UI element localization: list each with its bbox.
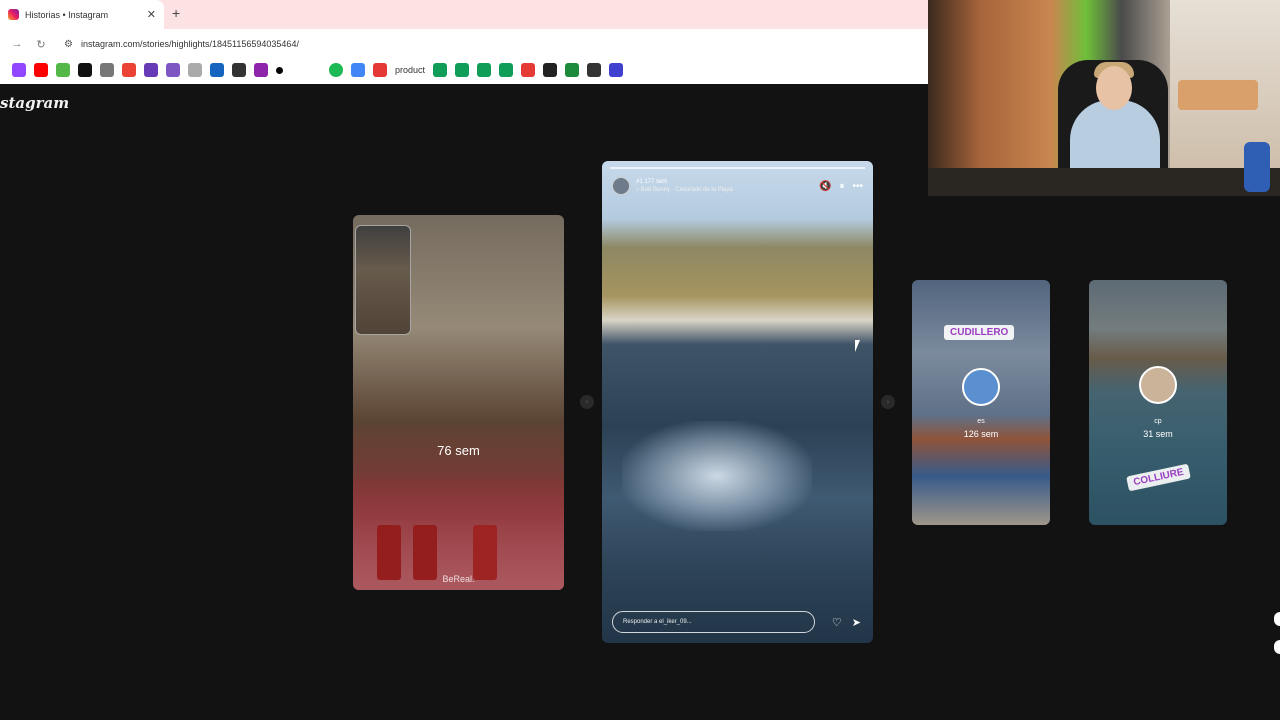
more-options-icon[interactable]: ••• (852, 181, 863, 192)
bookmark-tiktok-icon[interactable] (78, 63, 92, 77)
close-tab-icon[interactable]: ✕ (147, 8, 156, 21)
tab-title: Historias • Instagram (25, 9, 109, 20)
browser-chrome: Historias • Instagram ✕ + → ↻ ⚙ instagra… (0, 0, 928, 84)
mouse-cursor-icon (855, 340, 860, 352)
bookmark-play-icon[interactable] (351, 63, 365, 77)
edge-control[interactable] (1274, 640, 1280, 654)
bookmark-sheets-icon-2[interactable] (455, 63, 470, 77)
bookmark-link-icon[interactable] (188, 63, 202, 77)
bookmark-sheets-icon-1[interactable] (433, 63, 448, 77)
bookmark-s-icon[interactable] (587, 63, 602, 77)
story-time: 126 sem (963, 429, 999, 439)
story-controls: 🔇 ⏸ ••• (819, 181, 863, 192)
current-story[interactable]: #1 177 sem ♪ Bad Bunny · Cesurado de la … (602, 161, 873, 643)
previous-story-time: 76 sem (437, 443, 480, 458)
bookmark-dark-icon[interactable] (543, 63, 558, 77)
screen: Historias • Instagram ✕ + → ↻ ⚙ instagra… (0, 0, 1280, 720)
bookmark-dot-icon[interactable] (276, 66, 283, 74)
dim-overlay (353, 215, 564, 590)
bookmark-product-label[interactable]: product (395, 65, 425, 75)
pause-icon[interactable]: ⏸ (839, 181, 844, 192)
bookmark-app-icon[interactable] (166, 63, 180, 77)
instagram-logo[interactable]: stagram (0, 94, 69, 112)
story-header: #1 177 sem ♪ Bad Bunny · Cesurado de la … (612, 177, 733, 195)
avatar (962, 368, 1000, 406)
avatar (1139, 366, 1177, 404)
wave-foam (622, 421, 812, 531)
story-username: cp (1154, 418, 1162, 425)
bookmark-twitch-icon[interactable] (12, 63, 26, 77)
heart-icon[interactable]: ♡ (832, 616, 842, 629)
bookmark-paypal-icon[interactable] (210, 63, 224, 77)
tab-strip: Historias • Instagram ✕ + (0, 0, 928, 29)
bookmark-triangle-icon[interactable] (254, 63, 268, 77)
bookmark-whatsapp-icon[interactable] (232, 63, 246, 77)
instagram-favicon-icon (8, 9, 19, 20)
back-icon[interactable]: → (10, 38, 24, 50)
webcam-overlay (928, 0, 1280, 196)
bookmark-k-icon[interactable] (565, 63, 580, 77)
previous-arrow-icon[interactable]: ‹ (580, 395, 594, 409)
previous-story-card[interactable]: 76 sem BeReal. (353, 215, 564, 590)
location-sticker: CUDILLERO (944, 325, 1015, 340)
next-arrow-icon[interactable]: › (881, 395, 895, 409)
bookmark-green-icon[interactable] (56, 63, 70, 77)
bookmark-product-icon[interactable] (373, 63, 387, 77)
bookmark-spotify-icon[interactable] (329, 63, 343, 77)
bookmark-sheets-icon-3[interactable] (477, 63, 492, 77)
story-song[interactable]: ♪ Bad Bunny · Cesurado de la Playa (636, 187, 733, 193)
tab-instagram[interactable]: Historias • Instagram ✕ (0, 0, 164, 29)
reply-input[interactable]: Responder a el_iker_09... (612, 611, 815, 633)
new-tab-button[interactable]: + (172, 5, 180, 21)
bookmarks-bar: product (0, 59, 928, 81)
omnibox[interactable]: ⚙ instagram.com/stories/highlights/18451… (58, 33, 920, 55)
mute-icon[interactable]: 🔇 (819, 181, 831, 192)
webcam-face (1096, 66, 1132, 110)
address-bar-row: → ↻ ⚙ instagram.com/stories/highlights/1… (0, 29, 928, 59)
story-time: 31 sem (1143, 429, 1173, 439)
next-story-card-1[interactable]: CUDILLERO es 126 sem (912, 280, 1050, 525)
bookmark-youtube-icon[interactable] (34, 63, 48, 77)
bereal-watermark: BeReal. (442, 574, 475, 584)
bookmark-blue-icon[interactable] (609, 63, 624, 77)
webcam-bed (1178, 80, 1258, 110)
bookmark-purple-icon[interactable] (144, 63, 158, 77)
webcam-desk (928, 168, 1280, 196)
avatar[interactable] (612, 177, 630, 195)
webcam-bottle (1244, 142, 1270, 192)
next-story-card-2[interactable]: cp 31 sem COLLIURE (1089, 280, 1227, 525)
edge-control[interactable] (1274, 612, 1280, 626)
bookmark-web-icon[interactable] (100, 63, 114, 77)
reload-icon[interactable]: ↻ (34, 38, 48, 51)
url-text[interactable]: instagram.com/stories/highlights/1845115… (81, 39, 299, 49)
bookmark-sheets-icon-4[interactable] (499, 63, 514, 77)
site-info-icon[interactable]: ⚙ (64, 39, 73, 50)
bookmark-red-icon[interactable] (521, 63, 536, 77)
story-progress-bar (610, 167, 865, 169)
send-icon[interactable]: ➤ (852, 616, 861, 629)
story-username: es (977, 418, 985, 425)
bookmark-gmail-icon[interactable] (122, 63, 136, 77)
story-user-info[interactable]: #1 177 sem (636, 179, 733, 185)
reply-actions: ♡ ➤ (832, 616, 861, 629)
